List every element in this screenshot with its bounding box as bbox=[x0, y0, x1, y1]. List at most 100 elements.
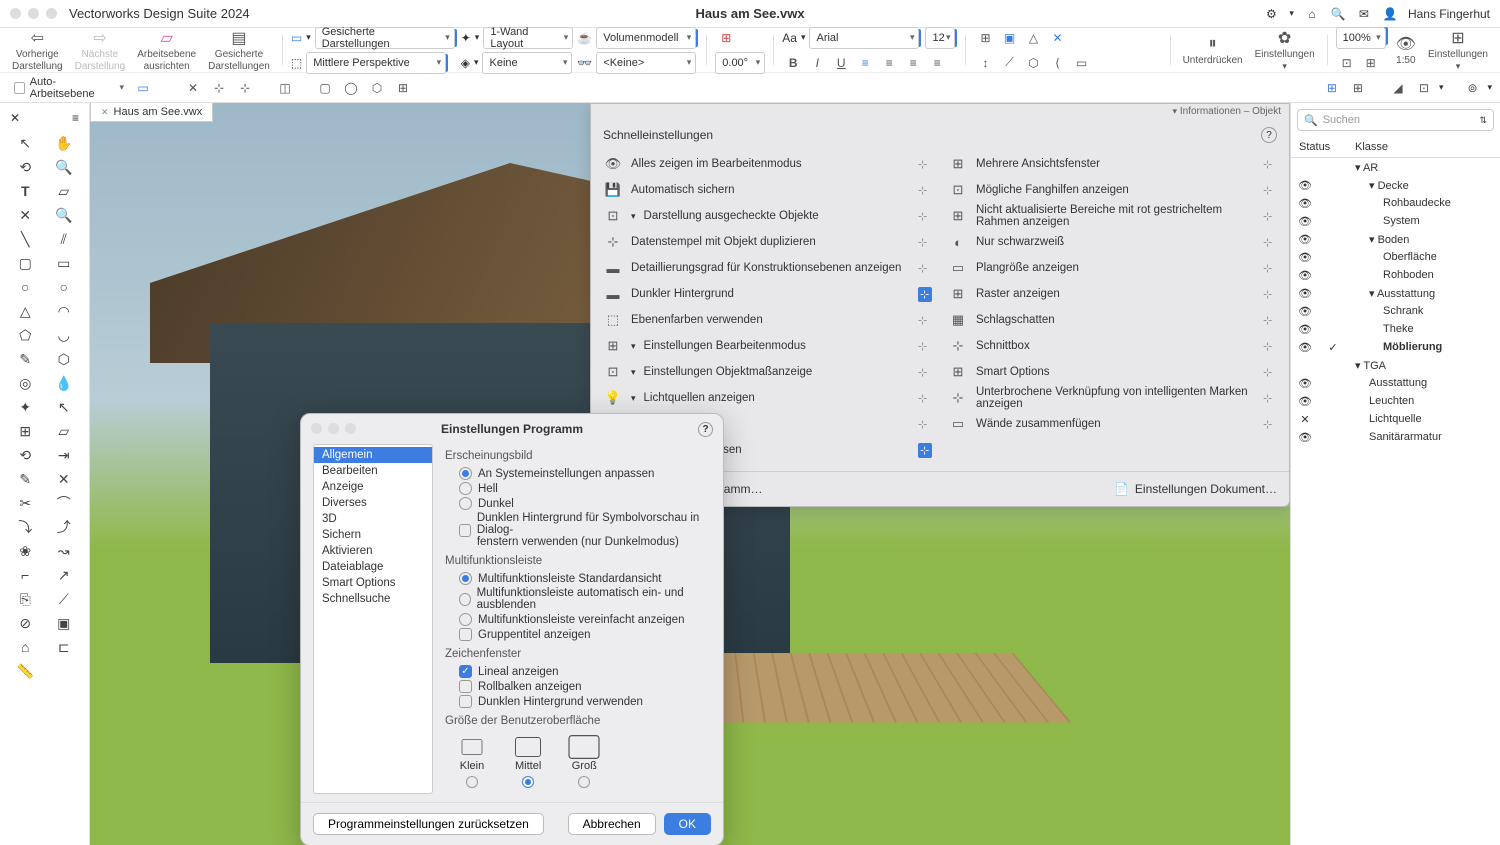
m6-icon[interactable]: ◯ bbox=[340, 77, 362, 99]
chevron-down-icon[interactable]: ▾ bbox=[306, 32, 311, 43]
window-controls[interactable] bbox=[10, 8, 57, 19]
mirror-icon[interactable]: ⇥ bbox=[54, 445, 74, 465]
pin-icon[interactable]: ⊹ bbox=[1263, 366, 1277, 379]
class-row[interactable]: 👁 Leuchten bbox=[1291, 392, 1500, 410]
ui-size-option[interactable]: Mittel bbox=[515, 737, 541, 788]
visibility-icon[interactable]: 👁 bbox=[1291, 431, 1319, 444]
pin-icon[interactable]: ⊹ bbox=[918, 287, 932, 302]
oval-icon[interactable]: ○ bbox=[54, 277, 74, 297]
document-settings-link[interactable]: 📄Einstellungen Dokument… bbox=[1114, 482, 1277, 496]
pin-icon[interactable]: ⊹ bbox=[1263, 288, 1277, 301]
spiral-icon[interactable]: ◎ bbox=[15, 373, 35, 393]
help-icon[interactable]: ? bbox=[698, 422, 713, 437]
class-row[interactable]: 👁 Theke bbox=[1291, 320, 1500, 338]
pin-icon[interactable]: ⊹ bbox=[918, 210, 932, 223]
class-row[interactable]: ▾ TGA bbox=[1291, 356, 1500, 374]
class-row[interactable]: 👁 ▾ Ausstattung bbox=[1291, 284, 1500, 302]
sidebar-item[interactable]: Smart Options bbox=[314, 575, 432, 591]
select-tool-icon[interactable]: ↖ bbox=[15, 133, 35, 153]
quick-item[interactable]: ⊞ Smart Options ⊹ bbox=[948, 359, 1277, 385]
suppress-button[interactable]: ⏸Unterdrücken bbox=[1179, 34, 1247, 66]
pan-tool-icon[interactable]: ✋ bbox=[54, 133, 74, 153]
sidebar-item[interactable]: Diverses bbox=[314, 495, 432, 511]
fit-icon[interactable]: ⊡ bbox=[1336, 52, 1358, 74]
appearance-radio[interactable]: An Systemeinstellungen anpassen bbox=[445, 466, 711, 481]
ribbon-radio[interactable]: Multifunktionsleiste vereinfacht anzeige… bbox=[445, 612, 711, 627]
quick-item[interactable]: 👁 Alles zeigen im Bearbeitenmodus ⊹ bbox=[603, 151, 932, 177]
angle2-icon[interactable]: ⟋ bbox=[54, 589, 74, 609]
close-dot-icon[interactable] bbox=[10, 8, 21, 19]
pin-icon[interactable]: ⊹ bbox=[1263, 236, 1277, 249]
callout-icon[interactable]: ▱ bbox=[54, 181, 74, 201]
quick-item[interactable]: ▬ Detaillierungsgrad für Konstruktionseb… bbox=[603, 255, 932, 281]
insert-icon[interactable]: ⊞ bbox=[15, 421, 35, 441]
pin-icon[interactable]: ⊹ bbox=[1263, 262, 1277, 275]
draw-check[interactable]: Rollbalken anzeigen bbox=[445, 679, 711, 694]
class-row[interactable]: 👁 System bbox=[1291, 212, 1500, 230]
dark-preview-check[interactable]: Dunklen Hintergrund für Symbolvorschau i… bbox=[445, 511, 711, 549]
search-input[interactable]: 🔍 Suchen ⇅ bbox=[1297, 109, 1494, 131]
class-row[interactable]: 👁 Schrank bbox=[1291, 302, 1500, 320]
sidebar-item[interactable]: Dateiablage bbox=[314, 559, 432, 575]
cut-icon[interactable]: ✂ bbox=[15, 493, 35, 513]
min-dot-icon[interactable] bbox=[28, 8, 39, 19]
max-dot-icon[interactable] bbox=[46, 8, 57, 19]
next-view-button[interactable]: ⇨NächsteDarstellung bbox=[71, 28, 130, 72]
quick-item[interactable]: ◐ Nur schwarzweiß ⊹ bbox=[948, 229, 1277, 255]
bold-button[interactable]: B bbox=[782, 52, 804, 74]
pin-icon[interactable]: ⊹ bbox=[918, 340, 932, 353]
prev-view-button[interactable]: ⇦VorherigeDarstellung bbox=[8, 28, 67, 72]
circle-icon[interactable]: ○ bbox=[15, 277, 35, 297]
no-icon[interactable]: ⊘ bbox=[15, 613, 35, 633]
tool2-icon[interactable]: ⟋ bbox=[998, 52, 1020, 74]
quick-item[interactable]: ⊹ Schnittbox ⊹ bbox=[948, 333, 1277, 359]
mail-icon[interactable]: ✉ bbox=[1356, 6, 1372, 22]
class-row[interactable]: 👁 ▾ Boden bbox=[1291, 230, 1500, 248]
quick-item[interactable]: 💾 Automatisch sichern ⊹ bbox=[603, 177, 932, 203]
freehand-icon[interactable]: ✎ bbox=[15, 349, 35, 369]
rotate-icon[interactable]: ⟲ bbox=[15, 445, 35, 465]
tool4-icon[interactable]: ⟨ bbox=[1046, 52, 1068, 74]
sidebar-item[interactable]: Sichern bbox=[314, 527, 432, 543]
tool1-icon[interactable]: ↕ bbox=[974, 52, 996, 74]
quick-item[interactable]: ⊹ Unterbrochene Verknüpfung von intellig… bbox=[948, 385, 1277, 411]
class-row[interactable]: ✕ Lichtquelle bbox=[1291, 410, 1500, 428]
zoom2-icon[interactable]: 🔍 bbox=[54, 205, 74, 225]
pin-icon[interactable]: ⊹ bbox=[1263, 392, 1277, 405]
quick-item[interactable]: ⊞ Nicht aktualisierte Bereiche mit rot g… bbox=[948, 203, 1277, 229]
x-tool-icon[interactable]: ✕ bbox=[54, 469, 74, 489]
tool5-icon[interactable]: ▭ bbox=[1070, 52, 1092, 74]
rect-icon[interactable]: ▢ bbox=[15, 253, 35, 273]
check-icon[interactable]: ✓ bbox=[1319, 341, 1347, 354]
sidebar-item[interactable]: 3D bbox=[314, 511, 432, 527]
ruler-tool-icon[interactable]: 📏 bbox=[15, 661, 35, 681]
doc-icon[interactable]: ⎘ bbox=[15, 589, 35, 609]
zoom-tool-icon[interactable]: 🔍 bbox=[54, 157, 74, 177]
pin-icon[interactable]: ⊹ bbox=[918, 262, 932, 275]
pin-icon[interactable]: ⊹ bbox=[1263, 418, 1277, 431]
class-row[interactable]: 👁 Oberfläche bbox=[1291, 248, 1500, 266]
pin-icon[interactable]: ⊹ bbox=[918, 314, 932, 327]
menu-icon[interactable]: ≡ bbox=[72, 111, 79, 125]
chevron-down-icon[interactable]: ▾ bbox=[1289, 8, 1294, 19]
quick-item[interactable]: ⊞ ▾ Einstellungen Bearbeitenmodus ⊹ bbox=[603, 333, 932, 359]
help-icon[interactable]: ? bbox=[1261, 127, 1277, 143]
m7-icon[interactable]: ⬡ bbox=[366, 77, 388, 99]
quick-item[interactable]: ⊞ Raster anzeigen ⊹ bbox=[948, 281, 1277, 307]
triangle-icon[interactable]: △ bbox=[15, 301, 35, 321]
quick-item[interactable]: ⊡ ▾ Darstellung ausgecheckte Objekte ⊹ bbox=[603, 203, 932, 229]
m3-icon[interactable]: ⊹ bbox=[234, 77, 256, 99]
pin-icon[interactable]: ⊹ bbox=[1263, 314, 1277, 327]
quick-item[interactable]: ▦ Schlagschatten ⊹ bbox=[948, 307, 1277, 333]
font-dropdown[interactable]: Arial bbox=[809, 27, 919, 49]
fit-all-icon[interactable]: ⊞ bbox=[1360, 52, 1382, 74]
cross-icon[interactable]: ✕ bbox=[15, 205, 35, 225]
hex-icon[interactable]: ⬡ bbox=[54, 349, 74, 369]
display-settings-button[interactable]: ⊞Einstellungen▾ bbox=[1424, 28, 1492, 72]
polyline-icon[interactable]: ◡ bbox=[54, 325, 74, 345]
class-column[interactable]: Klasse bbox=[1347, 137, 1396, 157]
class-dropdown[interactable]: <Keine> bbox=[596, 52, 696, 74]
ui-size-option[interactable]: Klein bbox=[459, 737, 485, 788]
class-row[interactable]: 👁 Ausstattung bbox=[1291, 374, 1500, 392]
corner2-icon[interactable]: ↗ bbox=[54, 565, 74, 585]
